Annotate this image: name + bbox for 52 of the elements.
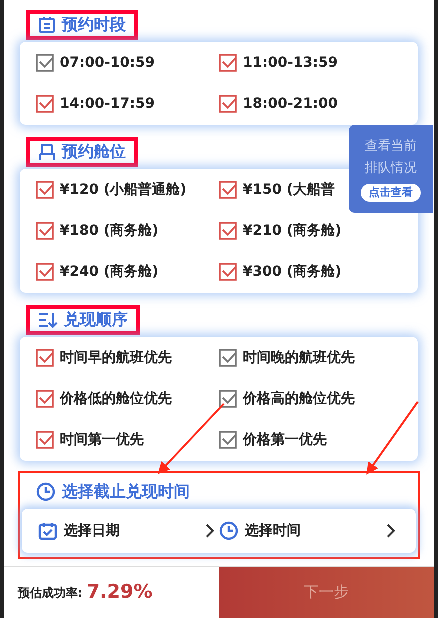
seat-icon bbox=[38, 143, 56, 161]
option-label: ¥300 (商务舱) bbox=[243, 262, 342, 282]
rate-label: 预估成功率: bbox=[18, 584, 83, 602]
section-title: 兑现顺序 bbox=[64, 309, 128, 331]
checkbox[interactable] bbox=[36, 181, 54, 199]
checkbox[interactable] bbox=[36, 54, 54, 72]
calendar-icon bbox=[38, 521, 58, 541]
checkbox[interactable] bbox=[36, 95, 54, 113]
option-label: 14:00-17:59 bbox=[60, 94, 155, 114]
view-button[interactable]: 点击查看 bbox=[361, 184, 421, 202]
chevron-icon bbox=[205, 523, 215, 539]
section-title: 预约时段 bbox=[62, 14, 126, 36]
option-label: 07:00-10:59 bbox=[60, 54, 155, 72]
option-label: 价格高的舱位优先 bbox=[243, 390, 355, 408]
checkbox[interactable] bbox=[36, 349, 54, 367]
option-label: ¥180 (商务舱) bbox=[60, 222, 159, 240]
checkbox[interactable] bbox=[219, 54, 237, 72]
picker-label: 选择日期 bbox=[64, 522, 120, 540]
option-label: 价格低的舱位优先 bbox=[60, 390, 172, 408]
option-label: ¥120 (小船普通舱) bbox=[60, 180, 187, 200]
section-title: 选择截止兑现时间 bbox=[62, 481, 190, 503]
option-label: 价格第一优先 bbox=[243, 430, 327, 450]
picker-row[interactable]: 选择时间 bbox=[219, 520, 400, 542]
list-icon bbox=[38, 16, 56, 34]
clock-icon bbox=[36, 482, 56, 502]
popup-text: 查看当前排队情况 bbox=[364, 138, 418, 178]
checkbox[interactable] bbox=[219, 181, 237, 199]
checkbox[interactable] bbox=[219, 222, 237, 240]
checkbox[interactable] bbox=[36, 431, 54, 449]
section-title: 预约舱位 bbox=[62, 141, 126, 163]
sort-icon bbox=[38, 311, 58, 329]
checkbox[interactable] bbox=[219, 263, 237, 281]
clock-icon bbox=[219, 521, 239, 541]
option-label: 时间晚的航班优先 bbox=[243, 348, 355, 368]
checkbox[interactable] bbox=[219, 349, 237, 367]
checkbox[interactable] bbox=[219, 390, 237, 408]
option-label: 时间第一优先 bbox=[60, 430, 144, 450]
option-label: ¥240 (商务舱) bbox=[60, 262, 159, 282]
rate-value: 7.29% bbox=[86, 580, 153, 606]
chevron-icon bbox=[386, 523, 396, 539]
picker-row[interactable]: 选择日期 bbox=[38, 520, 219, 542]
option-label: ¥150 (大船普 bbox=[243, 180, 336, 200]
option-label: ¥210 (商务舱) bbox=[243, 222, 342, 240]
option-label: 11:00-13:59 bbox=[243, 54, 338, 72]
checkbox[interactable] bbox=[36, 390, 54, 408]
option-label: 18:00-21:00 bbox=[243, 94, 338, 114]
checkbox[interactable] bbox=[219, 431, 237, 449]
checkbox[interactable] bbox=[36, 263, 54, 281]
checkbox[interactable] bbox=[219, 95, 237, 113]
picker-label: 选择时间 bbox=[245, 522, 301, 540]
checkbox[interactable] bbox=[36, 222, 54, 240]
option-label: 时间早的航班优先 bbox=[60, 348, 172, 368]
